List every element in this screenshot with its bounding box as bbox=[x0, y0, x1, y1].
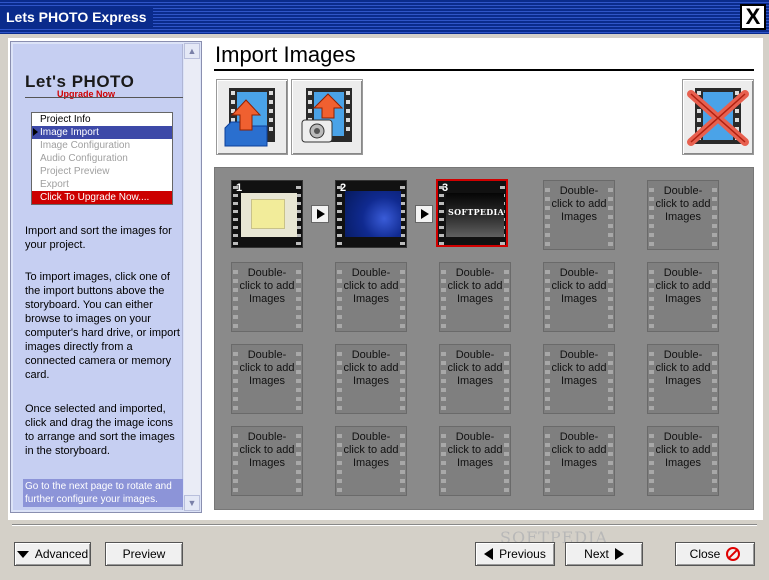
close-label: Close bbox=[689, 547, 721, 561]
app-logo: Let's PHOTO Upgrade Now bbox=[25, 72, 185, 99]
arrow-right-icon bbox=[614, 548, 624, 560]
empty-slot[interactable]: Double-click to add Images bbox=[543, 180, 615, 250]
play-arrow-icon bbox=[415, 205, 433, 223]
empty-slot-label: Double-click to add Images bbox=[655, 431, 711, 469]
empty-slot-label: Double-click to add Images bbox=[343, 431, 399, 469]
image-thumbnail bbox=[241, 193, 297, 237]
empty-slot[interactable]: Double-click to add Images bbox=[439, 344, 511, 414]
cancel-icon bbox=[726, 547, 741, 561]
sidebar: Let's PHOTO Upgrade Now Project Info Ima… bbox=[10, 41, 202, 513]
empty-slot-label: Double-click to add Images bbox=[447, 349, 503, 387]
empty-slot-label: Double-click to add Images bbox=[239, 349, 295, 387]
image-thumbnail bbox=[345, 191, 401, 237]
storyboard-image-1[interactable]: 1 bbox=[231, 180, 303, 248]
nav-item-upgrade[interactable]: Click To Upgrade Now.... bbox=[32, 191, 172, 204]
sidebar-scrollbar[interactable]: ▲ ▼ bbox=[184, 43, 200, 511]
arrow-left-icon bbox=[484, 548, 494, 560]
empty-slot[interactable]: Double-click to add Images bbox=[335, 262, 407, 332]
nav-item-image-import[interactable]: Image Import bbox=[32, 126, 172, 139]
import-folder-icon bbox=[224, 88, 275, 147]
empty-slot-label: Double-click to add Images bbox=[551, 185, 607, 223]
close-button[interactable]: Close bbox=[675, 542, 755, 566]
preview-button[interactable]: Preview bbox=[105, 542, 183, 566]
empty-slot[interactable]: Double-click to add Images bbox=[439, 262, 511, 332]
nav-item-audio-configuration: Audio Configuration bbox=[40, 153, 128, 164]
image-thumbnail: SOFTPEDIA bbox=[446, 193, 504, 237]
page-title: Import Images bbox=[215, 42, 356, 67]
empty-slot[interactable]: Double-click to add Images bbox=[647, 344, 719, 414]
empty-slot[interactable]: Double-click to add Images bbox=[647, 426, 719, 496]
footer-divider bbox=[12, 524, 757, 526]
help-intro: Import and sort the images for your proj… bbox=[25, 225, 172, 251]
empty-slot[interactable]: Double-click to add Images bbox=[439, 426, 511, 496]
delete-image-button[interactable] bbox=[682, 79, 754, 155]
title-divider bbox=[214, 69, 754, 71]
help-sort: Once selected and imported, click and dr… bbox=[25, 403, 175, 457]
wizard-nav: Project Info Image Import Image Configur… bbox=[31, 112, 173, 205]
help-import: To import images, click one of the impor… bbox=[25, 271, 180, 381]
next-button[interactable]: Next bbox=[565, 542, 643, 566]
scroll-down-icon[interactable]: ▼ bbox=[184, 495, 200, 511]
empty-slot-label: Double-click to add Images bbox=[551, 349, 607, 387]
delete-image-icon bbox=[687, 88, 749, 146]
empty-slot-label: Double-click to add Images bbox=[239, 267, 295, 305]
image-number: 1 bbox=[236, 182, 243, 194]
empty-slot-label: Double-click to add Images bbox=[655, 349, 711, 387]
help-next-tip: Go to the next page to rotate and furthe… bbox=[23, 479, 183, 507]
close-window-button[interactable]: X bbox=[740, 4, 766, 30]
logo-divider bbox=[25, 97, 183, 98]
empty-slot[interactable]: Double-click to add Images bbox=[543, 262, 615, 332]
empty-slot[interactable]: Double-click to add Images bbox=[543, 426, 615, 496]
preview-label: Preview bbox=[122, 547, 166, 561]
empty-slot[interactable]: Double-click to add Images bbox=[543, 344, 615, 414]
empty-slot[interactable]: Double-click to add Images bbox=[231, 262, 303, 332]
empty-slot[interactable]: Double-click to add Images bbox=[335, 426, 407, 496]
import-from-camera-button[interactable] bbox=[291, 79, 363, 155]
empty-slot[interactable]: Double-click to add Images bbox=[231, 426, 303, 496]
empty-slot-label: Double-click to add Images bbox=[655, 185, 711, 223]
empty-slot-label: Double-click to add Images bbox=[343, 349, 399, 387]
image-number: 3 bbox=[442, 182, 449, 194]
storyboard[interactable]: 1 2 SOFTPEDIA 3 Double-click to add Imag… bbox=[214, 167, 754, 510]
empty-slot-label: Double-click to add Images bbox=[239, 431, 295, 469]
nav-item-project-preview: Project Preview bbox=[40, 166, 110, 177]
empty-slot-label: Double-click to add Images bbox=[447, 267, 503, 305]
empty-slot-label: Double-click to add Images bbox=[655, 267, 711, 305]
import-camera-icon bbox=[301, 88, 352, 143]
storyboard-image-2[interactable]: 2 bbox=[335, 180, 407, 248]
storyboard-image-3[interactable]: SOFTPEDIA 3 bbox=[436, 179, 508, 247]
nav-item-project-info[interactable]: Project Info bbox=[32, 113, 172, 126]
empty-slot[interactable]: Double-click to add Images bbox=[647, 262, 719, 332]
nav-item-image-configuration: Image Configuration bbox=[40, 140, 131, 151]
empty-slot[interactable]: Double-click to add Images bbox=[647, 180, 719, 250]
play-arrow-icon bbox=[311, 205, 329, 223]
empty-slot[interactable]: Double-click to add Images bbox=[231, 344, 303, 414]
empty-slot-label: Double-click to add Images bbox=[447, 431, 503, 469]
nav-item-export: Export bbox=[40, 179, 69, 190]
title-bar: Lets PHOTO Express X bbox=[0, 0, 769, 34]
empty-slot-label: Double-click to add Images bbox=[343, 267, 399, 305]
empty-slot-label: Double-click to add Images bbox=[551, 431, 607, 469]
thumbnail-caption: SOFTPEDIA bbox=[448, 207, 505, 217]
empty-slot[interactable]: Double-click to add Images bbox=[335, 344, 407, 414]
empty-slot-label: Double-click to add Images bbox=[551, 267, 607, 305]
previous-label: Previous bbox=[499, 547, 546, 561]
image-number: 2 bbox=[340, 182, 347, 194]
advanced-button[interactable]: Advanced bbox=[14, 542, 91, 566]
chevron-down-icon bbox=[16, 550, 29, 558]
window-title: Lets PHOTO Express bbox=[0, 7, 153, 27]
import-from-folder-button[interactable] bbox=[216, 79, 288, 155]
previous-button[interactable]: Previous bbox=[475, 542, 555, 566]
advanced-label: Advanced bbox=[34, 547, 89, 561]
next-label: Next bbox=[584, 547, 609, 561]
sidebar-panel: Let's PHOTO Upgrade Now Project Info Ima… bbox=[13, 44, 183, 510]
scroll-up-icon[interactable]: ▲ bbox=[184, 43, 200, 59]
